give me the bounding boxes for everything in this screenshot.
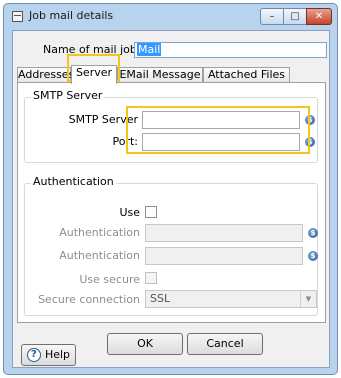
tab-addresses[interactable]: Addresses bbox=[17, 67, 74, 83]
smtp-group-title: SMTP Server bbox=[31, 89, 105, 102]
smtp-server-group bbox=[24, 97, 318, 163]
window-icon bbox=[12, 11, 23, 22]
dialog-window: Job mail details – □ ✕ Name of mail job … bbox=[3, 3, 338, 375]
auth-password-input[interactable] bbox=[145, 247, 303, 265]
smtp-server-label: SMTP Server bbox=[68, 113, 138, 126]
window-title: Job mail details bbox=[29, 9, 114, 22]
diamond-variable-icon[interactable]: $ bbox=[308, 228, 318, 238]
diamond-variable-icon[interactable]: $ bbox=[305, 137, 315, 147]
authentication-group-title: Authentication bbox=[31, 175, 116, 188]
secure-connection-label: Secure connection bbox=[38, 293, 140, 306]
smtp-server-input[interactable] bbox=[142, 111, 300, 129]
auth-password-label: Authentication bbox=[59, 249, 140, 262]
port-label: Port: bbox=[112, 135, 138, 148]
mail-job-name-input[interactable]: Mail bbox=[134, 42, 327, 58]
close-button[interactable]: ✕ bbox=[306, 8, 332, 25]
help-circle-icon: ? bbox=[26, 348, 41, 362]
auth-user-input[interactable] bbox=[145, 224, 303, 242]
tab-server[interactable]: Server bbox=[71, 65, 117, 84]
diamond-variable-icon[interactable]: $ bbox=[308, 251, 318, 261]
maximize-button[interactable]: □ bbox=[283, 8, 307, 25]
mail-job-name-label: Name of mail job bbox=[43, 43, 137, 56]
dialog-body: Name of mail job Mail Addresses Server E… bbox=[12, 30, 330, 368]
use-auth-checkbox[interactable] bbox=[145, 206, 157, 218]
cancel-button[interactable]: Cancel bbox=[187, 333, 263, 355]
port-input[interactable] bbox=[142, 133, 300, 151]
help-button[interactable]: ? Help bbox=[21, 344, 76, 366]
use-auth-label: Use bbox=[119, 206, 140, 219]
ok-button[interactable]: OK bbox=[107, 333, 183, 355]
diamond-variable-icon[interactable]: $ bbox=[305, 115, 315, 125]
chevron-down-icon[interactable]: ▼ bbox=[300, 291, 316, 307]
secure-connection-value: SSL bbox=[150, 292, 171, 305]
help-button-label: Help bbox=[44, 348, 71, 361]
tab-email-message[interactable]: EMail Message bbox=[117, 67, 203, 83]
minimize-button[interactable]: – bbox=[260, 8, 284, 25]
mail-job-name-value: Mail bbox=[137, 43, 162, 56]
title-bar[interactable]: Job mail details – □ ✕ bbox=[4, 4, 337, 28]
auth-user-label: Authentication bbox=[59, 226, 140, 239]
use-secure-label: Use secure bbox=[79, 273, 140, 286]
secure-connection-select[interactable]: SSL ▼ bbox=[145, 290, 317, 308]
use-secure-checkbox[interactable] bbox=[145, 272, 157, 284]
server-tab-panel: SMTP Server SMTP Server $ Port: $ Authen… bbox=[17, 82, 326, 323]
tab-attached-files[interactable]: Attached Files bbox=[203, 67, 290, 83]
